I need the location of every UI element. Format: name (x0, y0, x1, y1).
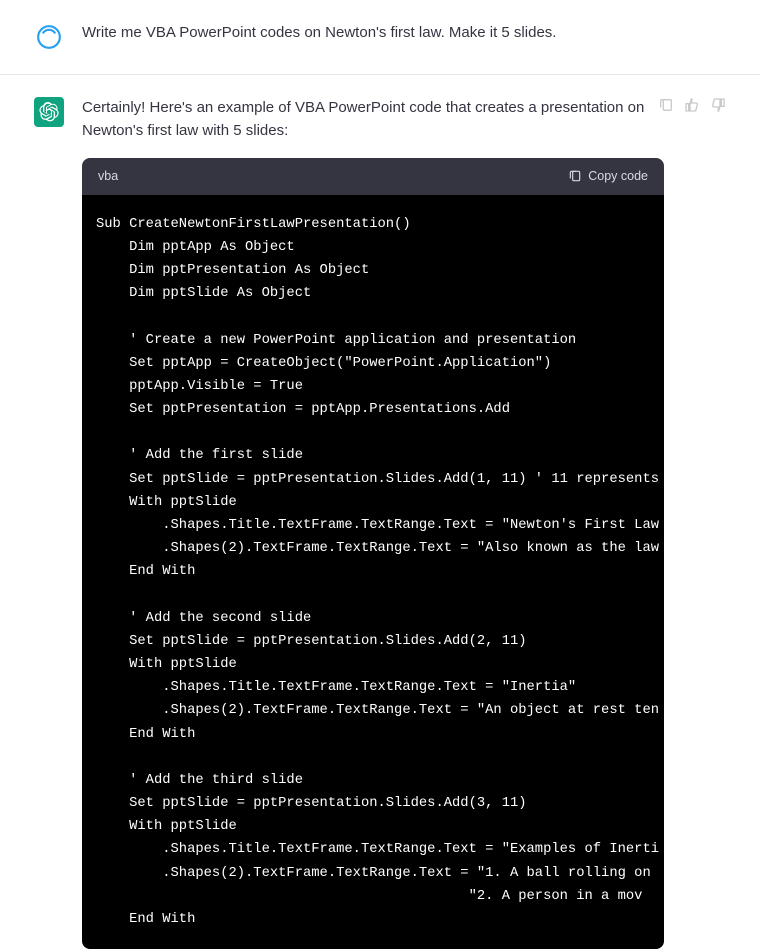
user-message-text: Write me VBA PowerPoint codes on Newton'… (82, 22, 666, 45)
code-body[interactable]: Sub CreateNewtonFirstLawPresentation() D… (82, 195, 664, 949)
copy-code-button[interactable]: Copy code (568, 167, 648, 186)
assistant-message-row: Certainly! Here's an example of VBA Powe… (0, 75, 760, 949)
user-message-content: Write me VBA PowerPoint codes on Newton'… (82, 22, 726, 52)
thumbs-down-icon[interactable] (710, 97, 726, 113)
assistant-avatar (34, 97, 64, 127)
code-block: vba Copy code Sub CreateNewtonFirstLawPr… (82, 158, 664, 949)
user-circle-icon (36, 24, 62, 50)
user-avatar (34, 22, 64, 52)
openai-logo-icon (39, 102, 59, 122)
clipboard-icon (568, 169, 582, 183)
code-block-header: vba Copy code (82, 158, 664, 195)
copy-code-label: Copy code (588, 167, 648, 186)
assistant-intro-text: Certainly! Here's an example of VBA Powe… (82, 97, 666, 142)
assistant-actions (658, 97, 726, 113)
thumbs-up-icon[interactable] (684, 97, 700, 113)
assistant-message-content: Certainly! Here's an example of VBA Powe… (82, 97, 726, 949)
user-message-row: Write me VBA PowerPoint codes on Newton'… (0, 0, 760, 75)
code-language-label: vba (98, 167, 118, 186)
clipboard-icon[interactable] (658, 97, 674, 113)
